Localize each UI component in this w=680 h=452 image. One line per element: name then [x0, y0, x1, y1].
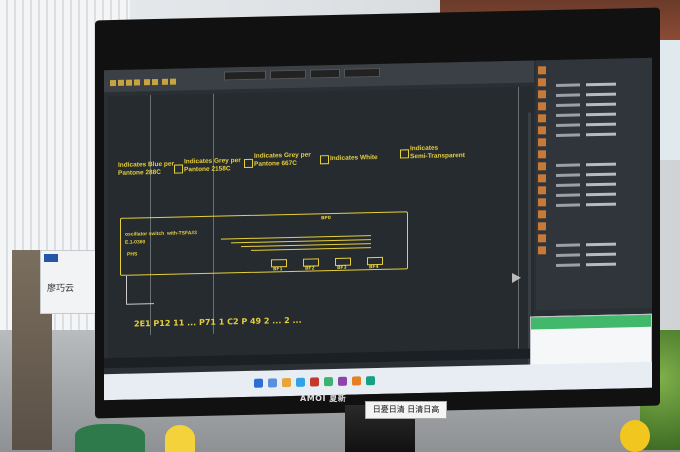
pcb-ref: PHS	[127, 251, 138, 258]
trace	[251, 247, 371, 251]
move-tool-icon[interactable]	[538, 150, 546, 159]
save-icon[interactable]	[126, 79, 132, 86]
pad-bf2	[303, 258, 319, 267]
pad-label: BF3	[337, 265, 347, 271]
cad-app-icon[interactable]	[310, 377, 319, 387]
legend-box-white	[320, 155, 329, 165]
trim-tool-icon[interactable]	[538, 198, 546, 207]
legend-grey1: Indicates Grey per Pantone 2158C	[184, 157, 241, 174]
stand-sticker: 日憂日清 日清日高	[365, 401, 447, 419]
legend-semi: Indicates Semi-Transparent	[410, 144, 465, 161]
legend-white: Indicates White	[330, 154, 378, 163]
arc-tool-icon[interactable]	[538, 102, 546, 111]
extend-tool-icon[interactable]	[538, 210, 546, 219]
legend-grey2: Indicates Grey per Pantone 667C	[254, 151, 311, 168]
pcb-label: oscillator switch with-TSFA#3 E.1-0360	[125, 230, 197, 246]
nameplate-name: 廖巧云	[47, 284, 75, 294]
green-toy	[75, 424, 145, 452]
rectangle-tool-icon[interactable]	[538, 114, 546, 123]
explorer-icon[interactable]	[282, 377, 291, 388]
scale-tool-icon[interactable]	[538, 186, 546, 195]
browser-icon[interactable]	[296, 377, 305, 387]
mirror-tool-icon[interactable]	[538, 234, 546, 243]
top-label: BP0	[321, 216, 331, 222]
legend-blue: Indicates Blue per Pantone 288C	[118, 160, 174, 177]
trace	[241, 243, 371, 248]
zoom-icon[interactable]	[162, 78, 168, 85]
search-icon[interactable]	[268, 378, 277, 388]
new-icon[interactable]	[110, 79, 116, 87]
open-icon[interactable]	[118, 79, 124, 86]
monitor-screen: Indicates Blue per Pantone 288C Indicate…	[104, 57, 652, 401]
dimension-text: 2E1 P12 11 ... P71 1 C2 P 49 2 ... 2 ...	[134, 315, 302, 329]
polyline-tool-icon[interactable]	[538, 78, 546, 87]
print-icon[interactable]	[134, 79, 140, 86]
desk-nameplate: 廖巧云	[40, 250, 102, 314]
pcb-outline: oscillator switch with-TSFA#3 E.1-0360 P…	[120, 211, 408, 276]
start-icon[interactable]	[254, 378, 263, 388]
app-icon[interactable]	[338, 376, 347, 386]
yellow-figurine	[620, 420, 650, 452]
yellow-toy	[165, 425, 195, 452]
cursor-arrow-icon	[512, 272, 521, 283]
pan-icon[interactable]	[170, 78, 176, 85]
guide-line	[150, 95, 151, 336]
pad-label: BF1	[273, 267, 283, 273]
guide-line	[213, 93, 214, 334]
pad-bf3	[335, 257, 351, 266]
pad-label: BF2	[305, 266, 315, 272]
nameplate-logo	[44, 254, 58, 262]
offset-tool-icon[interactable]	[538, 222, 546, 231]
pad-label: BF4	[369, 264, 379, 271]
notification-header	[531, 314, 651, 330]
pad-bf1	[271, 259, 287, 268]
app-icon[interactable]	[366, 376, 375, 386]
ucs-y-axis	[126, 275, 127, 304]
redo-icon[interactable]	[152, 78, 158, 86]
legend-box-semi	[400, 149, 409, 159]
text-tool-icon[interactable]	[538, 138, 546, 147]
draw-toolbar	[536, 66, 550, 306]
rotate-tool-icon[interactable]	[538, 174, 546, 183]
guide-line	[518, 86, 519, 349]
legend-box-grey2	[244, 158, 253, 169]
line-tool-icon[interactable]	[538, 66, 546, 75]
pad-bf4	[367, 256, 383, 266]
hatch-tool-icon[interactable]	[538, 126, 546, 135]
copy-tool-icon[interactable]	[538, 162, 546, 171]
legend-box-grey1	[174, 164, 183, 174]
undo-icon[interactable]	[144, 79, 150, 86]
wechat-icon[interactable]	[324, 377, 333, 387]
cad-drawing-area[interactable]: Indicates Blue per Pantone 288C Indicate…	[108, 86, 534, 375]
circle-tool-icon[interactable]	[538, 90, 546, 99]
app-icon[interactable]	[352, 376, 361, 386]
array-tool-icon[interactable]	[538, 246, 546, 255]
